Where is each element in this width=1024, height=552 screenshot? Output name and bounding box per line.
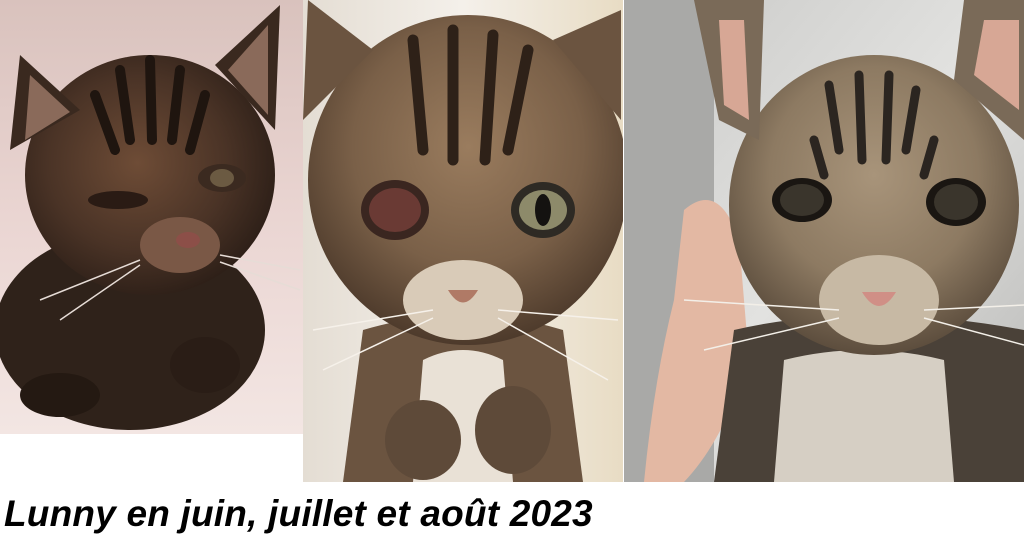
kitten-july-image <box>303 0 623 482</box>
photo-kitten-june <box>0 0 303 434</box>
photo-cat-august <box>624 0 1024 482</box>
photo-caption: Lunny en juin, juillet et août 2023 <box>4 493 593 534</box>
cat-august-image <box>624 0 1024 482</box>
photo-kitten-july <box>303 0 623 482</box>
kitten-june-image <box>0 0 303 434</box>
